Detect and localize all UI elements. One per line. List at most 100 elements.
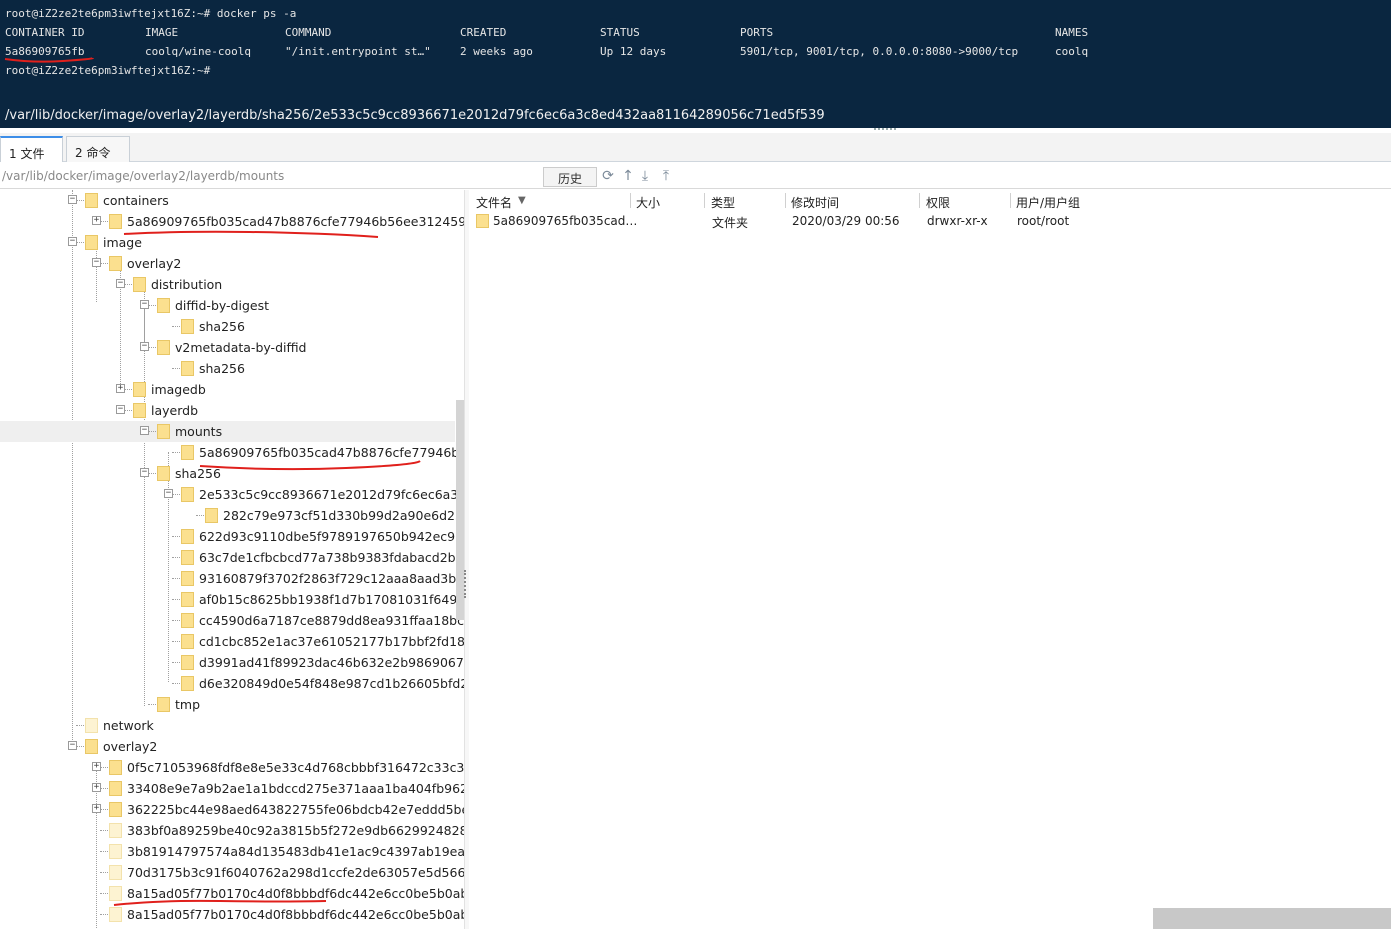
folder-icon — [109, 760, 122, 775]
header-size[interactable]: 大小 — [636, 194, 660, 211]
tree-item[interactable]: 383bf0a89259be40c92a3815b5f272e9db662992… — [0, 820, 464, 841]
tree-item[interactable]: − image — [0, 232, 455, 253]
collapse-icon[interactable]: − — [140, 300, 149, 309]
collapse-icon[interactable]: − — [140, 342, 149, 351]
tree-item[interactable]: cd1cbc852e1ac37e61052177b17bbf2fd18d1 — [0, 631, 464, 652]
folder-icon — [181, 634, 194, 649]
tree-item[interactable]: sha256 — [0, 358, 455, 379]
tree-item[interactable]: − distribution — [0, 274, 455, 295]
tree-item[interactable]: 622d93c9110dbe5f9789197650b942ec95b1a — [0, 526, 464, 547]
splitter-grip-icon[interactable] — [464, 570, 467, 598]
file-list[interactable]: 文件名 ▼ 大小 类型 修改时间 权限 用户/用户组 5a86909765fb0… — [470, 190, 1391, 929]
expand-icon[interactable]: + — [92, 762, 101, 771]
tree-item[interactable]: − 2e533c5c9cc8936671e2012d79fc6ec6a3c8ec — [0, 484, 464, 505]
tree-item[interactable]: 93160879f3702f2863f729c12aaa8aad3bd5ea — [0, 568, 464, 589]
status-area — [1153, 908, 1391, 929]
tree-scrollbar-thumb[interactable] — [456, 400, 464, 620]
tree-item[interactable]: 8a15ad05f77b0170c4d0f8bbbdf6dc442e6cc0be… — [0, 883, 464, 904]
terminal-panel[interactable]: root@iZ2ze2te6pm3iwftejxt16Z:~# docker p… — [0, 0, 1391, 128]
file-row-name[interactable]: 5a86909765fb035cad… — [493, 214, 637, 228]
expand-icon[interactable]: + — [116, 384, 125, 393]
tree-item[interactable]: − layerdb — [0, 400, 455, 421]
tree-item[interactable]: sha256 — [0, 316, 455, 337]
expand-icon[interactable]: + — [92, 804, 101, 813]
col-separator[interactable] — [630, 193, 631, 208]
collapse-icon[interactable]: − — [140, 426, 149, 435]
tree-item[interactable]: af0b15c8625bb1938f1d7b17081031f649fd14 — [0, 589, 464, 610]
header-owner[interactable]: 用户/用户组 — [1016, 194, 1080, 211]
col-separator[interactable] — [785, 193, 786, 208]
tree-splitter[interactable] — [465, 190, 469, 929]
tree-item[interactable]: tmp — [0, 694, 455, 715]
up-icon[interactable]: ↑ — [620, 168, 636, 184]
tree-item[interactable]: − mounts — [0, 421, 455, 442]
expand-icon[interactable]: + — [92, 783, 101, 792]
folder-icon — [109, 907, 122, 922]
tree-item[interactable]: network — [0, 715, 455, 736]
expand-icon[interactable]: + — [92, 216, 101, 225]
tree-item[interactable]: − overlay2 — [0, 736, 455, 757]
header-permissions[interactable]: 权限 — [926, 194, 950, 211]
file-row-modified: 2020/03/29 00:56 — [792, 214, 900, 228]
tree-item[interactable]: d6e320849d0e54f848e987cd1b26605bfd2c8 — [0, 673, 464, 694]
tree-item[interactable]: − v2metadata-by-diffid — [0, 337, 455, 358]
tree-item[interactable]: + imagedb — [0, 379, 455, 400]
tree-item[interactable]: d3991ad41f89923dac46b632e2b9869067e94 — [0, 652, 464, 673]
created-cell: 2 weeks ago — [460, 45, 533, 58]
history-button[interactable]: 历史 — [543, 167, 597, 187]
tree-item[interactable]: − containers — [0, 190, 455, 211]
tree-item[interactable]: +0f5c71053968fdf8e8e5e33c4d768cbbbf31647… — [0, 757, 464, 778]
tree-item-label: af0b15c8625bb1938f1d7b17081031f649fd14 — [199, 592, 465, 607]
tree-item[interactable]: 63c7de1cfbcbcd77a738b9383fdabacd2be98 — [0, 547, 464, 568]
path-input[interactable]: /var/lib/docker/image/overlay2/layerdb/m… — [2, 169, 284, 183]
col-separator[interactable] — [704, 193, 705, 208]
directory-tree[interactable]: − containers +5a86909765fb035cad47b8876cfe… — [0, 190, 465, 929]
collapse-icon[interactable]: − — [116, 405, 125, 414]
tree-item[interactable]: 70d3175b3c91f6040762a298d1ccfe2de63057e5… — [0, 862, 464, 883]
sort-desc-icon[interactable]: ▼ — [518, 195, 526, 206]
tab-commands[interactable]: 2 命令 — [66, 136, 130, 162]
tree-item-label: d3991ad41f89923dac46b632e2b9869067e94 — [199, 655, 465, 670]
tree-item[interactable]: − overlay2 — [0, 253, 455, 274]
tree-item-label: 2e533c5c9cc8936671e2012d79fc6ec6a3c8ec — [199, 487, 465, 502]
collapse-icon[interactable]: − — [68, 195, 77, 204]
download-icon[interactable]: ⤓ — [637, 168, 653, 184]
folder-icon — [157, 424, 170, 439]
collapse-icon[interactable]: − — [92, 258, 101, 267]
header-filename[interactable]: 文件名 — [476, 194, 512, 211]
tree-item-label: 8a15ad05f77b0170c4d0f8bbbdf6dc442e6cc0be… — [127, 886, 465, 901]
tree-item-label: distribution — [151, 277, 223, 292]
tree-item[interactable]: − sha256 — [0, 463, 455, 484]
tree-item-label: overlay2 — [103, 739, 158, 754]
collapse-icon[interactable]: − — [164, 489, 173, 498]
collapse-icon[interactable]: − — [140, 468, 149, 477]
upload-icon[interactable]: ⤒ — [658, 168, 674, 184]
collapse-icon[interactable]: − — [68, 741, 77, 750]
tree-item[interactable]: 5a86909765fb035cad47b8876cfe77946b56e — [0, 442, 464, 463]
folder-icon — [133, 403, 146, 418]
tree-item[interactable]: +5a86909765fb035cad47b8876cfe77946b56ee3… — [0, 211, 464, 232]
tree-item-label: 282c79e973cf51d330b99d2a90e6d2586 — [223, 508, 465, 523]
header-modified[interactable]: 修改时间 — [791, 194, 839, 211]
tree-item[interactable]: +362225bc44e98aed643822755fe06bdcb42e7ed… — [0, 799, 464, 820]
tab-files[interactable]: 1 文件 — [0, 136, 63, 162]
file-row-owner: root/root — [1017, 214, 1070, 228]
tree-item[interactable]: 3b81914797574a84d135483db41e1ac9c4397ab1… — [0, 841, 464, 862]
refresh-icon[interactable]: ⟳ — [600, 168, 616, 184]
col-separator[interactable] — [919, 193, 920, 208]
collapse-icon[interactable]: − — [116, 279, 125, 288]
col-separator[interactable] — [1010, 193, 1011, 208]
tree-item[interactable]: cc4590d6a7187ce8879dd8ea931ffaa18bc52a — [0, 610, 464, 631]
tree-item-label: 8a15ad05f77b0170c4d0f8bbbdf6dc442e6cc0be… — [127, 907, 465, 922]
tree-item[interactable]: − diffid-by-digest — [0, 295, 455, 316]
header-type[interactable]: 类型 — [711, 194, 735, 211]
tree-item[interactable]: 8a15ad05f77b0170c4d0f8bbbdf6dc442e6cc0be… — [0, 904, 464, 925]
tree-item[interactable]: +33408e9e7a9b2ae1a1bdccd275e371aaa1ba404… — [0, 778, 464, 799]
tab-bar: 1 文件 2 命令 — [0, 133, 1391, 162]
tree-item-label: sha256 — [175, 466, 221, 481]
tree-item-label: 5a86909765fb035cad47b8876cfe77946b56ee31… — [127, 214, 465, 229]
panel-splitter-grip[interactable] — [874, 128, 896, 132]
tree-item-label: 3b81914797574a84d135483db41e1ac9c4397ab1… — [127, 844, 465, 859]
tree-item[interactable]: 282c79e973cf51d330b99d2a90e6d2586 — [0, 505, 464, 526]
collapse-icon[interactable]: − — [68, 237, 77, 246]
